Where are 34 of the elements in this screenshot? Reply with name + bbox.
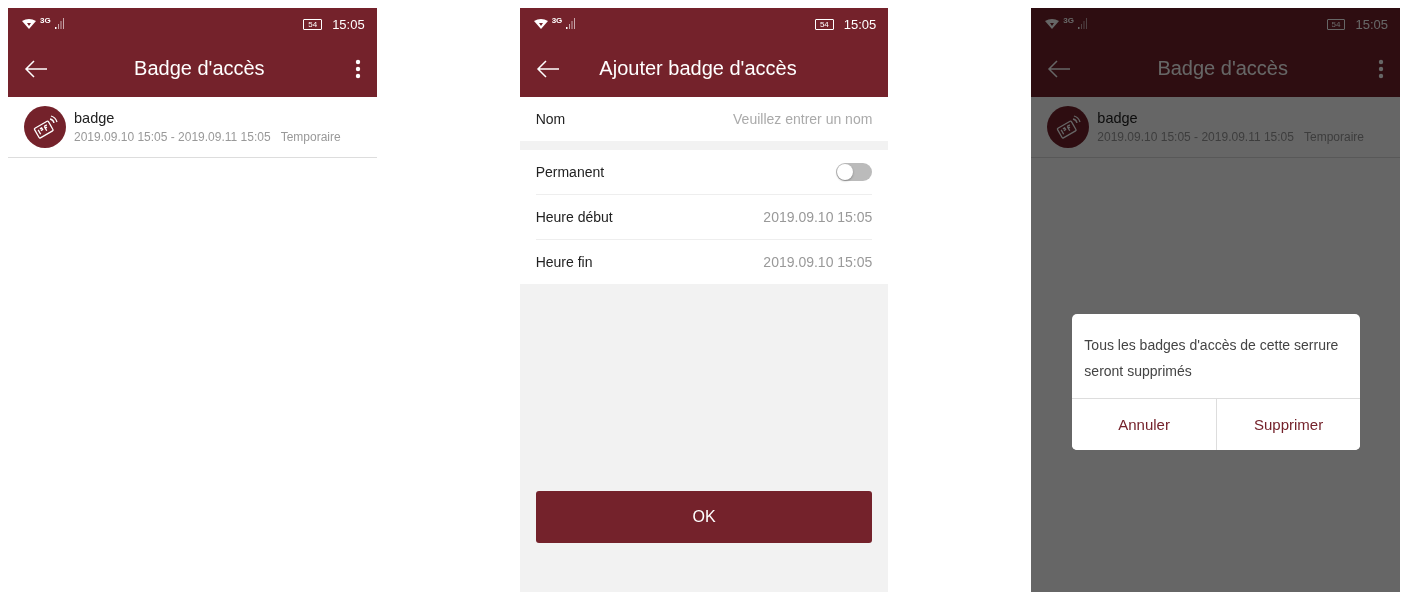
badge-validity-period: 2019.09.10 15:05 - 2019.09.11 15:05 [74, 130, 271, 144]
field-label: Heure début [535, 209, 613, 225]
status-time: 15:05 [843, 16, 877, 32]
battery-level: 54 [303, 18, 323, 30]
field-label: Permanent [535, 164, 605, 180]
back-arrow-icon[interactable] [535, 59, 560, 78]
battery-level: 54 [814, 18, 834, 30]
dialog-message: Tous les badges d'accès de cette serrure seront supprimés [1083, 336, 1340, 381]
toggle-switch[interactable] [836, 163, 873, 181]
battery-level: 54 [1326, 18, 1346, 30]
signal-icon [566, 18, 577, 30]
wifi-icon [22, 19, 36, 29]
name-input-field[interactable]: Veuillez entrer un nom [672, 111, 873, 127]
network-type: 3G [1063, 16, 1074, 25]
network-type: 3G [551, 16, 563, 25]
screen-title: Badge d'accès [133, 57, 266, 80]
screen-title: Ajouter badge d'accès [598, 57, 798, 80]
back-arrow-icon[interactable] [24, 59, 48, 78]
screen-title: Badge d'accès [1156, 57, 1289, 80]
status-time: 15:05 [1355, 16, 1388, 32]
field-label: Nom [535, 111, 566, 127]
network-type: 3G [40, 16, 51, 25]
wifi-icon [533, 19, 548, 29]
badge-name: badge [1097, 110, 1139, 126]
badge-type: Temporaire [280, 130, 341, 144]
status-time: 15:05 [332, 16, 365, 32]
wifi-icon [1045, 19, 1060, 29]
delete-button[interactable]: Supprimer [1215, 399, 1361, 450]
ok-button[interactable]: OK [535, 491, 873, 543]
rf-card-icon [1047, 106, 1090, 148]
rf-card-icon [24, 106, 66, 148]
field-label: Heure fin [535, 254, 593, 270]
badge-name: badge [74, 110, 116, 126]
signal-icon [54, 18, 65, 30]
